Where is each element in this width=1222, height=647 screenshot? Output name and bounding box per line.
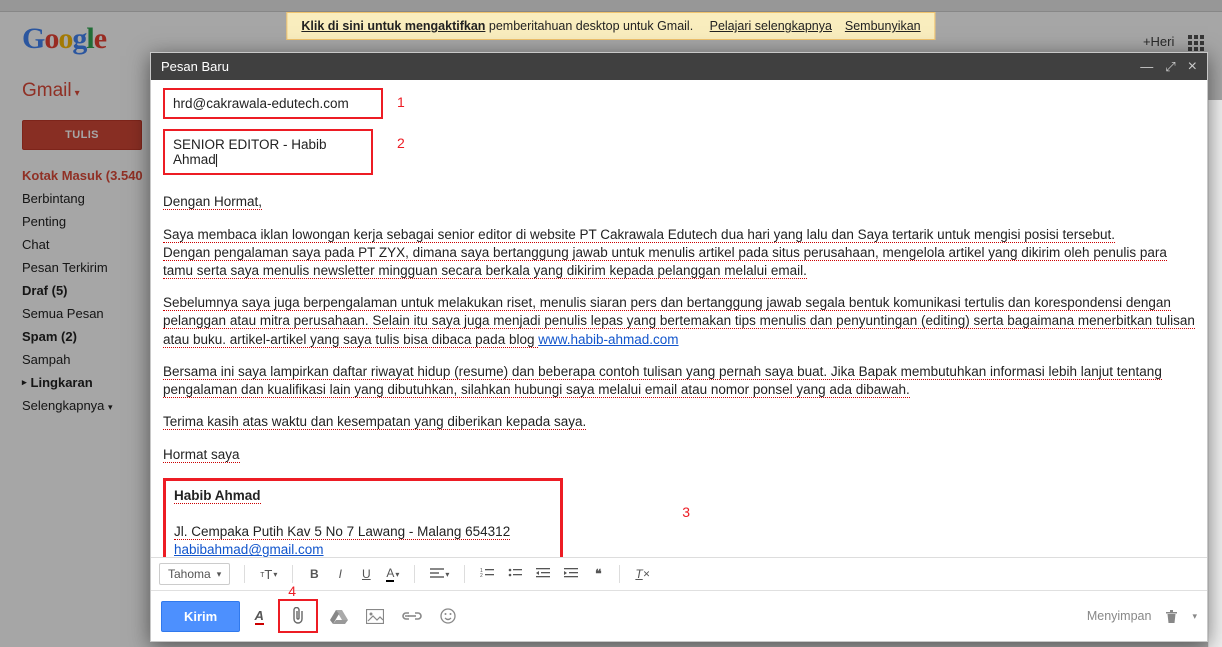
close-icon[interactable]: × xyxy=(1188,58,1197,76)
sig-email-link[interactable]: habibahmad@gmail.com xyxy=(174,542,324,557)
paperclip-icon xyxy=(290,607,306,625)
sig-address: Jl. Cempaka Putih Kav 5 No 7 Lawang - Ma… xyxy=(174,524,510,540)
compose-title: Pesan Baru xyxy=(161,59,229,74)
body-p5: Terima kasih atas waktu dan kesempatan y… xyxy=(163,414,586,430)
quote-button[interactable]: ❝ xyxy=(587,563,609,585)
compose-bottom-bar: Kirim A 4 Menyimpan ▾ xyxy=(151,590,1207,641)
svg-text:2: 2 xyxy=(480,573,483,579)
insert-drive-button[interactable] xyxy=(324,603,354,629)
more-options-button[interactable]: ▾ xyxy=(1192,611,1197,622)
compose-fields: hrd@cakrawala-edutech.com 1 SENIOR EDITO… xyxy=(151,80,1207,189)
bullet-list-button[interactable] xyxy=(503,563,527,585)
body-p4: Bersama ini saya lampirkan daftar riwaya… xyxy=(163,364,1162,398)
insert-emoji-button[interactable] xyxy=(434,603,462,629)
to-field[interactable]: hrd@cakrawala-edutech.com 1 xyxy=(163,88,383,119)
insert-photo-button[interactable] xyxy=(360,603,390,629)
body-p1: Dengan Hormat, xyxy=(163,194,262,210)
link-icon xyxy=(402,611,422,621)
remove-formatting-button[interactable]: T✕ xyxy=(630,563,655,585)
user-plus-label[interactable]: +Heri xyxy=(1143,34,1174,49)
body-p2a: Saya membaca iklan lowongan kerja sebaga… xyxy=(163,227,1115,243)
formatting-toolbar: Tahoma ▾ тT▾ B I U A▾ ▾ 12 ❝ T✕ xyxy=(151,557,1207,590)
discard-draft-button[interactable] xyxy=(1165,609,1178,624)
font-size-button[interactable]: тT▾ xyxy=(255,563,282,585)
bold-button[interactable]: B xyxy=(303,563,325,585)
attach-highlight: 4 xyxy=(278,599,318,633)
annotation-1: 1 xyxy=(397,94,405,110)
to-value: hrd@cakrawala-edutech.com xyxy=(173,96,349,111)
notif-rest-text: pemberitahuan desktop untuk Gmail. xyxy=(485,19,693,33)
browser-chrome-strip xyxy=(0,0,1222,12)
notif-learn-more-link[interactable]: Pelajari selengkapnya xyxy=(710,19,832,33)
drive-icon xyxy=(330,608,348,624)
indent-more-button[interactable] xyxy=(559,563,583,585)
gmail-dropdown[interactable]: Gmail▾ xyxy=(22,80,80,102)
gmail-label: Gmail xyxy=(22,80,72,101)
annotation-2: 2 xyxy=(397,135,405,151)
notif-bold-text[interactable]: Klik di sini untuk mengaktifkan xyxy=(301,19,485,33)
compose-right-actions: Menyimpan ▾ xyxy=(1087,609,1197,624)
align-button[interactable]: ▾ xyxy=(425,563,454,585)
formatting-toggle-button[interactable]: A xyxy=(246,603,272,629)
trash-icon xyxy=(1165,609,1178,624)
minimize-icon[interactable]: — xyxy=(1140,59,1153,74)
indent-less-button[interactable] xyxy=(531,563,555,585)
compose-body[interactable]: Dengan Hormat, Saya membaca iklan lowong… xyxy=(151,189,1207,557)
font-label: Tahoma xyxy=(168,567,211,581)
saving-label: Menyimpan xyxy=(1087,609,1152,623)
compose-button[interactable]: TULIS xyxy=(22,120,142,150)
insert-link-button[interactable] xyxy=(396,603,428,629)
italic-button[interactable]: I xyxy=(329,563,351,585)
notif-hide-link[interactable]: Sembunyikan xyxy=(845,19,921,33)
header-right: +Heri xyxy=(1143,34,1204,51)
compose-titlebar: Pesan Baru — ⤢ × xyxy=(151,53,1207,80)
signature-block: Habib Ahmad Jl. Cempaka Putih Kav 5 No 7… xyxy=(163,478,563,557)
compose-window: Pesan Baru — ⤢ × hrd@cakrawala-edutech.c… xyxy=(150,52,1208,642)
annotation-4: 4 xyxy=(288,583,296,599)
smiley-icon xyxy=(440,608,456,624)
underline-button[interactable]: U xyxy=(355,563,377,585)
annotation-3: 3 xyxy=(682,503,690,522)
body-p6: Hormat saya xyxy=(163,447,240,463)
body-p2b: Dengan pengalaman saya pada PT ZYX, dima… xyxy=(163,245,1167,279)
right-panel-strip xyxy=(1208,100,1222,647)
expand-icon[interactable]: ⤢ xyxy=(1165,59,1175,75)
attach-file-button[interactable] xyxy=(284,603,312,629)
blog-link[interactable]: www.habib-ahmad.com xyxy=(538,332,678,347)
subject-value: SENIOR EDITOR - Habib Ahmad xyxy=(173,137,327,167)
send-button[interactable]: Kirim xyxy=(161,601,240,632)
subject-field[interactable]: SENIOR EDITOR - Habib Ahmad 2 xyxy=(163,129,373,175)
desktop-notification-banner: Klik di sini untuk mengaktifkan pemberit… xyxy=(286,12,935,40)
apps-grid-icon[interactable] xyxy=(1188,35,1204,51)
image-icon xyxy=(366,609,384,624)
caret-down-icon: ▾ xyxy=(75,88,80,99)
text-color-button[interactable]: A▾ xyxy=(381,563,404,585)
sig-name: Habib Ahmad xyxy=(174,488,261,504)
numbered-list-button[interactable]: 12 xyxy=(475,563,499,585)
font-family-select[interactable]: Tahoma ▾ xyxy=(159,563,230,585)
caret-down-icon: ▾ xyxy=(217,569,222,580)
